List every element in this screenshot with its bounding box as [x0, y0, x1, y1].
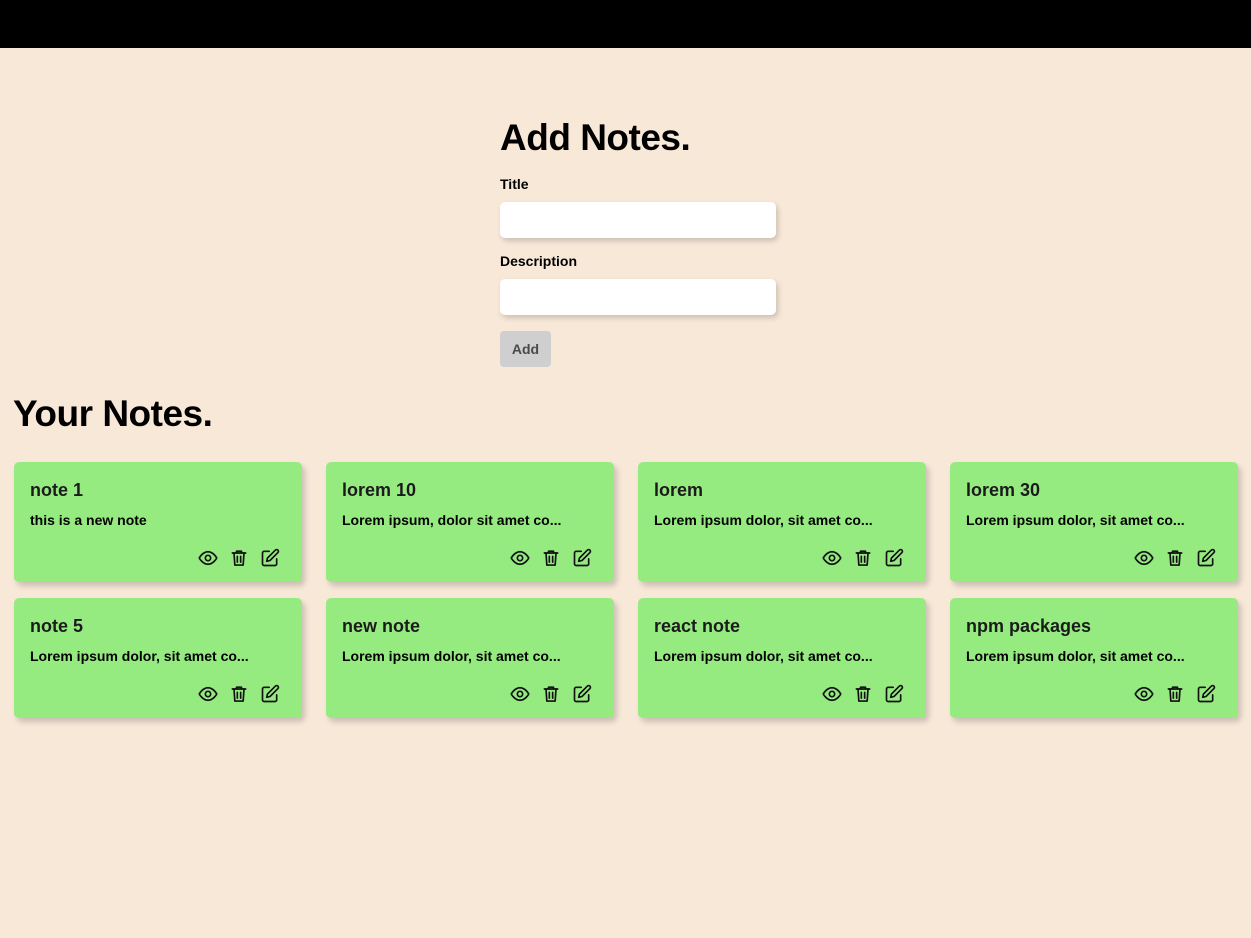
trash-icon[interactable]: [853, 684, 873, 704]
top-navbar: [0, 0, 1251, 48]
trash-icon[interactable]: [1165, 684, 1185, 704]
trash-icon[interactable]: [541, 684, 561, 704]
note-card: lorem 10 Lorem ipsum, dolor sit amet co.…: [326, 462, 614, 582]
note-card: react note Lorem ipsum dolor, sit amet c…: [638, 598, 926, 718]
note-card: npm packages Lorem ipsum dolor, sit amet…: [950, 598, 1238, 718]
eye-icon[interactable]: [822, 684, 842, 704]
note-actions: [822, 548, 904, 568]
note-title: note 1: [30, 480, 84, 500]
note-card: new note Lorem ipsum dolor, sit amet co.…: [326, 598, 614, 718]
note-description: Lorem ipsum dolor, sit amet co...: [966, 512, 1185, 528]
edit-icon[interactable]: [260, 684, 280, 704]
note-description: this is a new note: [30, 512, 147, 528]
note-actions: [510, 684, 592, 704]
edit-icon[interactable]: [1196, 548, 1216, 568]
note-description: Lorem ipsum dolor, sit amet co...: [30, 648, 249, 664]
note-description: Lorem ipsum, dolor sit amet co...: [342, 512, 562, 528]
add-note-form: Add Notes. Title Description Add: [500, 116, 790, 367]
edit-icon[interactable]: [884, 548, 904, 568]
trash-icon[interactable]: [853, 548, 873, 568]
description-input[interactable]: [500, 279, 776, 315]
note-card: lorem 30 Lorem ipsum dolor, sit amet co.…: [950, 462, 1238, 582]
trash-icon[interactable]: [229, 548, 249, 568]
eye-icon[interactable]: [822, 548, 842, 568]
trash-icon[interactable]: [1165, 548, 1185, 568]
edit-icon[interactable]: [260, 548, 280, 568]
eye-icon[interactable]: [1134, 548, 1154, 568]
edit-icon[interactable]: [884, 684, 904, 704]
note-title: new note: [342, 616, 421, 636]
title-input[interactable]: [500, 202, 776, 238]
description-label: Description: [500, 253, 578, 269]
note-description: Lorem ipsum dolor, sit amet co...: [654, 512, 873, 528]
add-button[interactable]: Add: [500, 331, 551, 367]
note-title: note 5: [30, 616, 84, 636]
edit-icon[interactable]: [572, 548, 592, 568]
note-title: lorem: [654, 480, 704, 500]
note-actions: [198, 548, 280, 568]
note-card: note 5 Lorem ipsum dolor, sit amet co...: [14, 598, 302, 718]
eye-icon[interactable]: [510, 684, 530, 704]
note-actions: [822, 684, 904, 704]
your-notes-heading: Your Notes.: [13, 393, 213, 434]
note-actions: [510, 548, 592, 568]
edit-icon[interactable]: [572, 684, 592, 704]
notes-grid: note 1 this is a new note lorem 10 Lorem…: [14, 462, 1238, 718]
note-actions: [198, 684, 280, 704]
note-card: note 1 this is a new note: [14, 462, 302, 582]
eye-icon[interactable]: [1134, 684, 1154, 704]
note-title: react note: [654, 616, 741, 636]
note-description: Lorem ipsum dolor, sit amet co...: [654, 648, 873, 664]
note-description: Lorem ipsum dolor, sit amet co...: [966, 648, 1185, 664]
note-card: lorem Lorem ipsum dolor, sit amet co...: [638, 462, 926, 582]
eye-icon[interactable]: [198, 548, 218, 568]
note-actions: [1134, 548, 1216, 568]
note-description: Lorem ipsum dolor, sit amet co...: [342, 648, 561, 664]
edit-icon[interactable]: [1196, 684, 1216, 704]
eye-icon[interactable]: [198, 684, 218, 704]
trash-icon[interactable]: [229, 684, 249, 704]
title-label: Title: [500, 176, 529, 192]
eye-icon[interactable]: [510, 548, 530, 568]
note-title: npm packages: [966, 616, 1092, 636]
add-notes-heading: Add Notes.: [500, 117, 691, 158]
note-title: lorem 10: [342, 480, 417, 500]
trash-icon[interactable]: [541, 548, 561, 568]
note-actions: [1134, 684, 1216, 704]
note-title: lorem 30: [966, 480, 1041, 500]
